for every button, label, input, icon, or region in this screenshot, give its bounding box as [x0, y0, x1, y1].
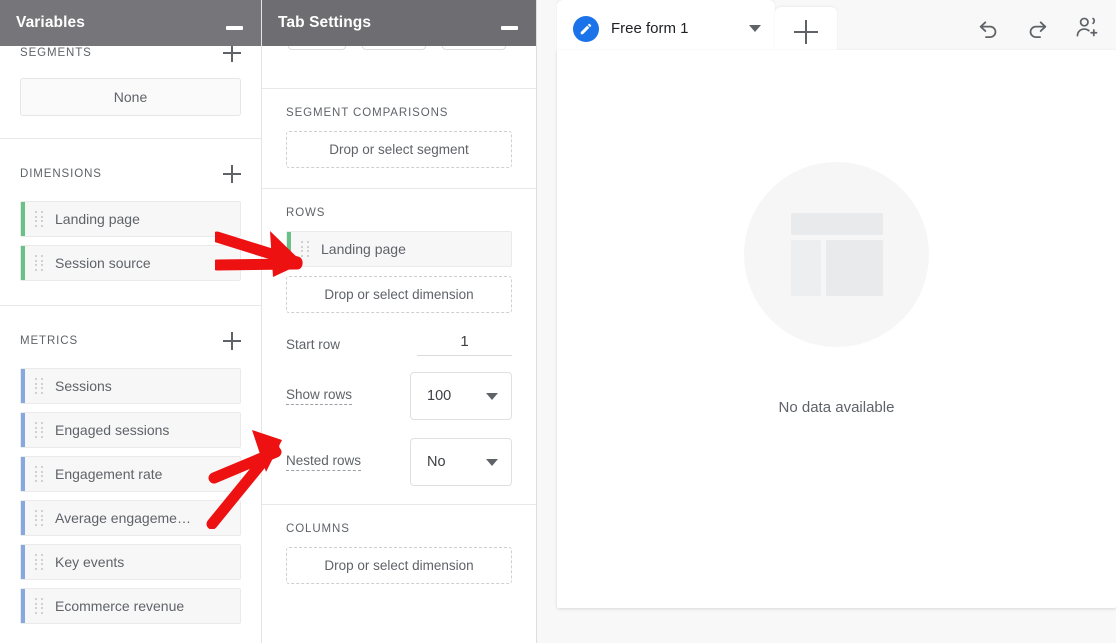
add-dimension-icon[interactable]: [223, 165, 241, 183]
add-segment-icon[interactable]: [223, 44, 241, 62]
metric-chip-ecommerce-revenue[interactable]: Ecommerce revenue: [20, 588, 241, 624]
dimension-chip-label: Session source: [55, 255, 151, 271]
tab-settings-panel-body: SEGMENT COMPARISONS Drop or select segme…: [262, 0, 536, 643]
rows-chip-label: Landing page: [321, 241, 406, 257]
add-metric-icon[interactable]: [223, 332, 241, 350]
metric-accent-bar: [21, 457, 25, 491]
dimensions-header: DIMENSIONS: [20, 159, 241, 189]
metric-accent-bar: [21, 413, 25, 447]
minimize-icon[interactable]: [501, 26, 518, 30]
segment-none-box[interactable]: None: [20, 78, 241, 116]
metric-accent-bar: [21, 589, 25, 623]
drag-handle-icon[interactable]: [35, 255, 45, 271]
report-tab-free-form-1[interactable]: Free form 1: [557, 0, 775, 57]
report-canvas: Free form 1: [537, 0, 1116, 643]
report-canvas-card: No data available: [557, 50, 1116, 608]
metric-chip-label: Average engageme…: [55, 510, 191, 526]
tab-settings-panel-header: Tab Settings: [262, 0, 536, 46]
chevron-down-icon[interactable]: [749, 25, 761, 32]
drag-handle-icon[interactable]: [35, 466, 45, 482]
drag-handle-icon[interactable]: [35, 510, 45, 526]
metric-accent-bar: [21, 369, 25, 403]
variables-panel-header: Variables: [0, 0, 261, 46]
rows-chip-landing-page[interactable]: Landing page: [286, 231, 512, 267]
metric-chip-label: Sessions: [55, 378, 112, 394]
show-rows-field: Show rows 100: [286, 372, 512, 420]
rows-dimension-dropzone[interactable]: Drop or select dimension: [286, 276, 512, 313]
show-rows-value: 100: [427, 388, 451, 404]
redo-icon[interactable]: [1025, 15, 1050, 45]
metric-chip-sessions[interactable]: Sessions: [20, 368, 241, 404]
variables-panel-body: SEGMENTS None DIMENSIONS: [0, 0, 261, 643]
pencil-edit-icon: [573, 16, 599, 42]
empty-state: No data available: [744, 162, 929, 416]
segment-comparisons-section: SEGMENT COMPARISONS Drop or select segme…: [262, 89, 536, 188]
metric-chip-average-engagement[interactable]: Average engageme…: [20, 500, 241, 536]
minimize-icon[interactable]: [226, 26, 243, 30]
metric-chip-label: Key events: [55, 554, 124, 570]
metric-accent-bar: [21, 501, 25, 535]
empty-state-message: No data available: [779, 399, 895, 416]
dimensions-section: DIMENSIONS Landing page Sessio: [0, 139, 261, 305]
canvas-toolbar: [976, 14, 1100, 45]
variables-panel-title: Variables: [16, 14, 85, 32]
drag-handle-icon[interactable]: [35, 598, 45, 614]
start-row-field: Start row: [286, 333, 512, 356]
metric-chip-engagement-rate[interactable]: Engagement rate: [20, 456, 241, 492]
chevron-down-icon: [486, 459, 498, 466]
rows-chip-accent-bar: [287, 232, 291, 266]
metrics-header: METRICS: [20, 326, 241, 356]
dimension-accent-bar: [21, 202, 25, 236]
columns-label: COLUMNS: [286, 523, 512, 535]
segments-label: SEGMENTS: [20, 47, 92, 59]
dimension-chip-session-source[interactable]: Session source: [20, 245, 241, 281]
report-tab-label: Free form 1: [611, 20, 723, 37]
metrics-section: METRICS Sessions Engaged sessions: [0, 306, 261, 624]
metric-chip-label: Engaged sessions: [55, 422, 169, 438]
metric-chip-engaged-sessions[interactable]: Engaged sessions: [20, 412, 241, 448]
undo-icon[interactable]: [976, 15, 1001, 45]
columns-section: COLUMNS Drop or select dimension: [262, 505, 536, 584]
metric-chip-label: Ecommerce revenue: [55, 598, 184, 614]
metrics-label: METRICS: [20, 335, 78, 347]
dimension-chip-label: Landing page: [55, 211, 140, 227]
metric-chip-key-events[interactable]: Key events: [20, 544, 241, 580]
nested-rows-label: Nested rows: [286, 453, 361, 471]
drag-handle-icon[interactable]: [35, 554, 45, 570]
show-rows-select[interactable]: 100: [410, 372, 512, 420]
tab-settings-panel-title: Tab Settings: [278, 14, 371, 32]
segment-dropzone[interactable]: Drop or select segment: [286, 131, 512, 168]
nested-rows-field: Nested rows No: [286, 438, 512, 486]
metric-accent-bar: [21, 545, 25, 579]
add-person-icon[interactable]: [1074, 14, 1100, 45]
show-rows-label: Show rows: [286, 387, 352, 405]
dimensions-label: DIMENSIONS: [20, 168, 102, 180]
metric-chip-label: Engagement rate: [55, 466, 162, 482]
chevron-down-icon: [486, 393, 498, 400]
rows-section: ROWS Landing page Drop or select dimensi…: [262, 189, 536, 504]
report-tab-bar: Free form 1: [537, 0, 1116, 57]
ga4-exploration-screen: SEGMENTS None DIMENSIONS: [0, 0, 1116, 643]
dimension-accent-bar: [21, 246, 25, 280]
start-row-input[interactable]: [417, 333, 512, 356]
nested-rows-select[interactable]: No: [410, 438, 512, 486]
drag-handle-icon[interactable]: [35, 211, 45, 227]
variables-panel: SEGMENTS None DIMENSIONS: [0, 0, 262, 643]
table-placeholder-illustration: [744, 162, 929, 347]
drag-handle-icon[interactable]: [35, 378, 45, 394]
dimension-chip-landing-page[interactable]: Landing page: [20, 201, 241, 237]
drag-handle-icon[interactable]: [301, 241, 311, 257]
drag-handle-icon[interactable]: [35, 422, 45, 438]
plus-icon: [794, 20, 818, 44]
rows-label: ROWS: [286, 207, 512, 219]
segment-comparisons-label: SEGMENT COMPARISONS: [286, 107, 512, 119]
start-row-label: Start row: [286, 337, 340, 352]
nested-rows-value: No: [427, 454, 446, 470]
columns-dimension-dropzone[interactable]: Drop or select dimension: [286, 547, 512, 584]
tab-settings-panel: SEGMENT COMPARISONS Drop or select segme…: [262, 0, 537, 643]
